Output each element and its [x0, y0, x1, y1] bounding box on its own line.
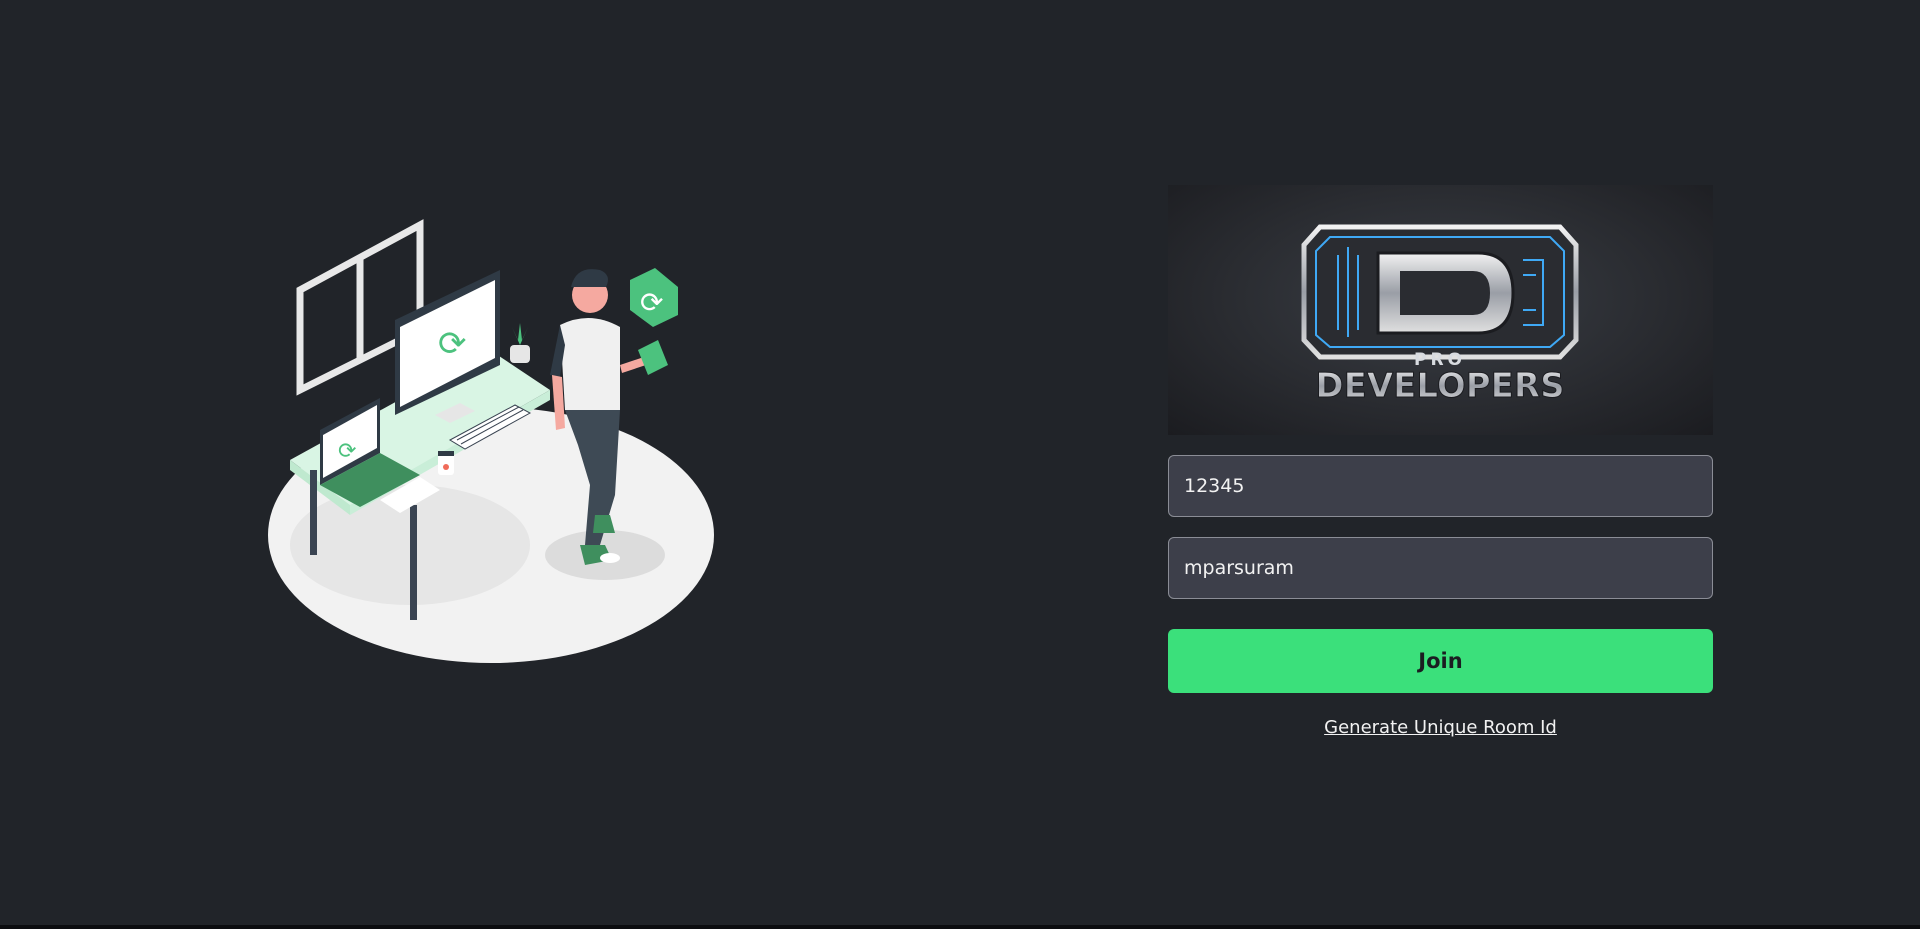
laptop-sync-icon: ⟳	[338, 439, 356, 464]
join-button[interactable]: Join	[1168, 629, 1713, 693]
join-room-page: ⟳ ⟳ ⟳ PRO DEVELOPERS 12345 mparsuram Joi…	[0, 0, 1920, 929]
join-room-form: PRO DEVELOPERS Join Generate Unique Room…	[1168, 185, 1713, 738]
username-input[interactable]	[1168, 537, 1713, 599]
logo-text-developers: DEVELOPERS	[1315, 366, 1564, 406]
monitor-sync-icon: ⟳	[438, 324, 467, 364]
bottom-border	[0, 925, 1920, 929]
floating-sync-icon: ⟳	[640, 286, 663, 319]
pro-developers-logo: PRO DEVELOPERS	[1168, 185, 1713, 435]
room-id-input[interactable]	[1168, 455, 1713, 517]
person-at-desk-illustration: ⟳ ⟳ ⟳	[260, 215, 730, 675]
generate-room-id-link[interactable]: Generate Unique Room Id	[1168, 717, 1713, 738]
